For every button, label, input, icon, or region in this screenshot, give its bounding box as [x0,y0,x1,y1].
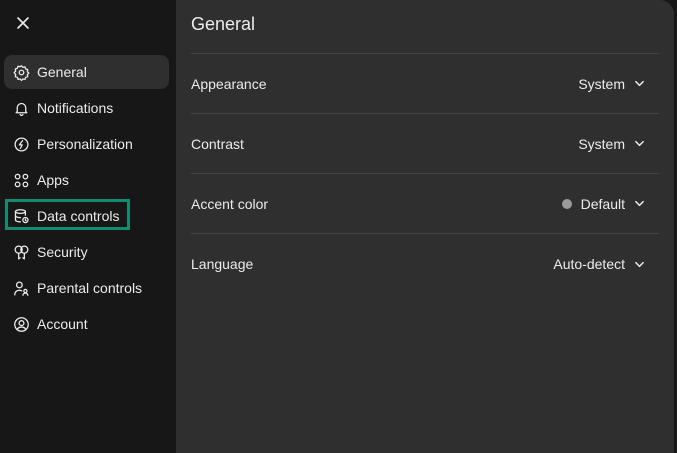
dropdown-value: Default [580,195,625,212]
sidebar-item-label: General [37,64,87,80]
settings-window: General Notifications Personalization Ap… [0,0,677,453]
sidebar-item-label: Parental controls [37,280,143,296]
gear-icon [12,63,30,81]
dropdown-value: System [578,75,625,92]
setting-label: Contrast [191,135,244,152]
bell-icon [12,99,30,117]
sidebar-item-account[interactable]: Account [4,307,169,341]
sidebar-item-data-controls[interactable]: Data controls [4,199,169,233]
dropdown-value: System [578,135,625,152]
sidebar-item-personalization[interactable]: Personalization [4,127,169,161]
dropdown-value: Auto-detect [553,256,625,272]
setting-row-contrast: Contrast System [191,114,659,174]
close-button[interactable] [12,12,34,34]
personalization-icon [12,135,30,153]
apps-grid-icon [12,171,30,189]
settings-sidebar: General Notifications Personalization Ap… [0,0,176,453]
sidebar-item-general[interactable]: General [4,55,169,89]
setting-label: Language [191,256,254,272]
sidebar-item-label: Data controls [37,208,120,224]
setting-label: Accent color [191,195,269,212]
key-icon [12,243,30,261]
appearance-dropdown[interactable]: System [578,76,645,92]
sidebar-item-apps[interactable]: Apps [4,163,169,197]
account-icon [12,315,30,333]
settings-panel: General Appearance System Contrast Syste… [176,0,674,453]
accent-color-dropdown[interactable]: Default [561,195,645,212]
chevron-down-icon [633,198,645,210]
chevron-down-icon [633,78,645,90]
sidebar-item-label: Apps [37,172,69,188]
sidebar-item-label: Account [37,316,88,332]
chevron-down-icon [633,258,645,270]
setting-row-accent-color: Accent color Default [191,174,659,234]
page-title: General [191,14,256,34]
accent-color-swatch [561,198,572,209]
settings-list: Appearance System Contrast System Accent… [191,54,659,294]
database-icon [12,207,30,225]
sidebar-item-notifications[interactable]: Notifications [4,91,169,125]
close-icon [16,16,30,30]
sidebar-item-parental-controls[interactable]: Parental controls [4,271,169,305]
language-dropdown[interactable]: Auto-detect [553,256,645,272]
contrast-dropdown[interactable]: System [578,136,645,152]
setting-row-appearance: Appearance System [191,54,659,114]
sidebar-item-label: Personalization [37,136,133,152]
sidebar-item-label: Notifications [37,100,114,116]
chevron-down-icon [633,138,645,150]
sidebar-item-security[interactable]: Security [4,235,169,269]
parental-icon [12,279,30,297]
setting-label: Appearance [191,75,267,92]
setting-row-language: Language Auto-detect [191,234,659,294]
sidebar-item-label: Security [37,244,88,260]
settings-nav: General Notifications Personalization Ap… [4,55,169,343]
